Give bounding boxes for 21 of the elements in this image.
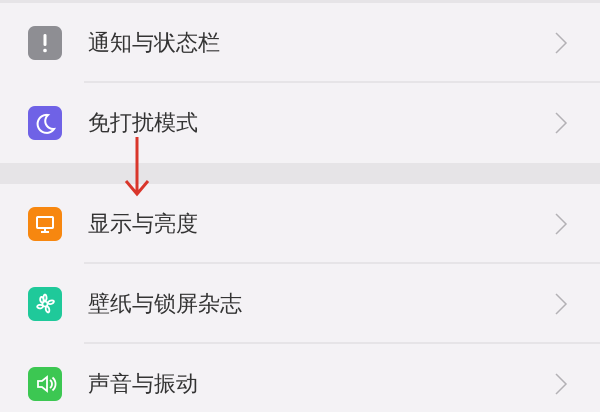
settings-row[interactable]: 免打扰模式 — [0, 83, 600, 163]
monitor-icon — [28, 207, 62, 241]
annotation-arrow — [122, 135, 152, 197]
chevron-icon — [554, 212, 568, 236]
flower-icon — [28, 287, 62, 321]
chevron-icon — [554, 111, 568, 135]
settings-row[interactable]: 显示与亮度 — [0, 184, 600, 264]
moon-icon — [28, 106, 62, 140]
chevron-icon — [554, 292, 568, 316]
chevron-icon — [554, 31, 568, 55]
chevron-icon — [554, 372, 568, 396]
row-label: 通知与状态栏 — [88, 30, 221, 58]
row-label: 免打扰模式 — [88, 110, 199, 138]
settings-row[interactable]: 声音与振动 — [0, 344, 600, 412]
row-label: 显示与亮度 — [88, 210, 199, 238]
speaker-icon — [28, 367, 62, 401]
settings-row[interactable]: 壁纸与锁屏杂志 — [0, 264, 600, 344]
row-label: 声音与振动 — [88, 370, 199, 398]
settings-row[interactable]: 通知与状态栏 — [0, 3, 600, 83]
exclamation-icon — [28, 26, 62, 60]
row-label: 壁纸与锁屏杂志 — [88, 290, 243, 318]
